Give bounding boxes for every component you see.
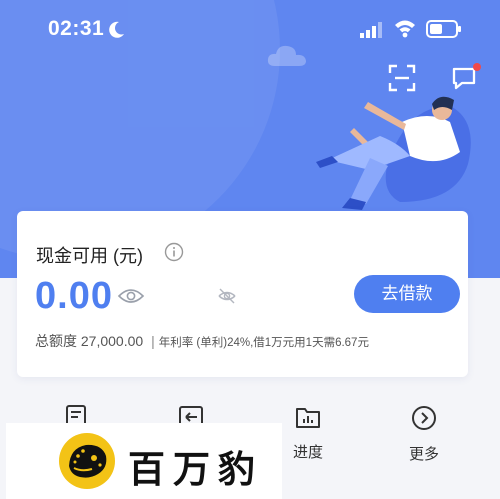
quota-separator: | <box>151 333 155 349</box>
borrow-button[interactable]: 去借款 <box>354 275 460 313</box>
nav-item-more[interactable]: 更多 <box>384 404 464 464</box>
brand-watermark: 百万豹 <box>6 423 282 499</box>
moon-icon <box>109 21 124 38</box>
message-icon[interactable] <box>451 62 481 92</box>
available-cash-title: 现金可用 (元) <box>36 246 143 266</box>
scan-icon[interactable] <box>388 64 416 92</box>
available-amount: 0.00 <box>35 275 113 317</box>
leopard-logo <box>59 433 115 489</box>
info-icon[interactable] <box>164 242 184 262</box>
status-bar: 02:31 <box>0 0 500 60</box>
quota-value: 27,000.00 <box>80 333 144 349</box>
more-icon <box>412 406 436 430</box>
credit-card-panel: 现金可用 (元) 0.00 去借款 总额度 27,000.00 | 年利率 (单利… <box>17 211 468 377</box>
nav-item-label: 更多 <box>408 446 439 463</box>
brand-name: 百万豹 <box>128 448 263 491</box>
rate-info: 年利率 (单利)24%,借1万元用1天需6.67元 <box>158 337 369 349</box>
battery-icon <box>426 20 461 38</box>
quota-label: 总额度 <box>35 333 77 349</box>
quota-row: 总额度 27,000.00 | 年利率 (单利)24%,借1万元用1天需6.67元 <box>35 331 369 351</box>
eye-closed-icon <box>218 288 236 304</box>
notification-dot <box>473 63 481 71</box>
signal-icon <box>360 22 382 38</box>
progress-icon <box>296 408 320 428</box>
wifi-icon <box>395 20 415 38</box>
relaxing-person-illustration <box>316 96 471 210</box>
status-time: 02:31 <box>48 17 105 40</box>
eye-icon[interactable] <box>117 287 145 305</box>
